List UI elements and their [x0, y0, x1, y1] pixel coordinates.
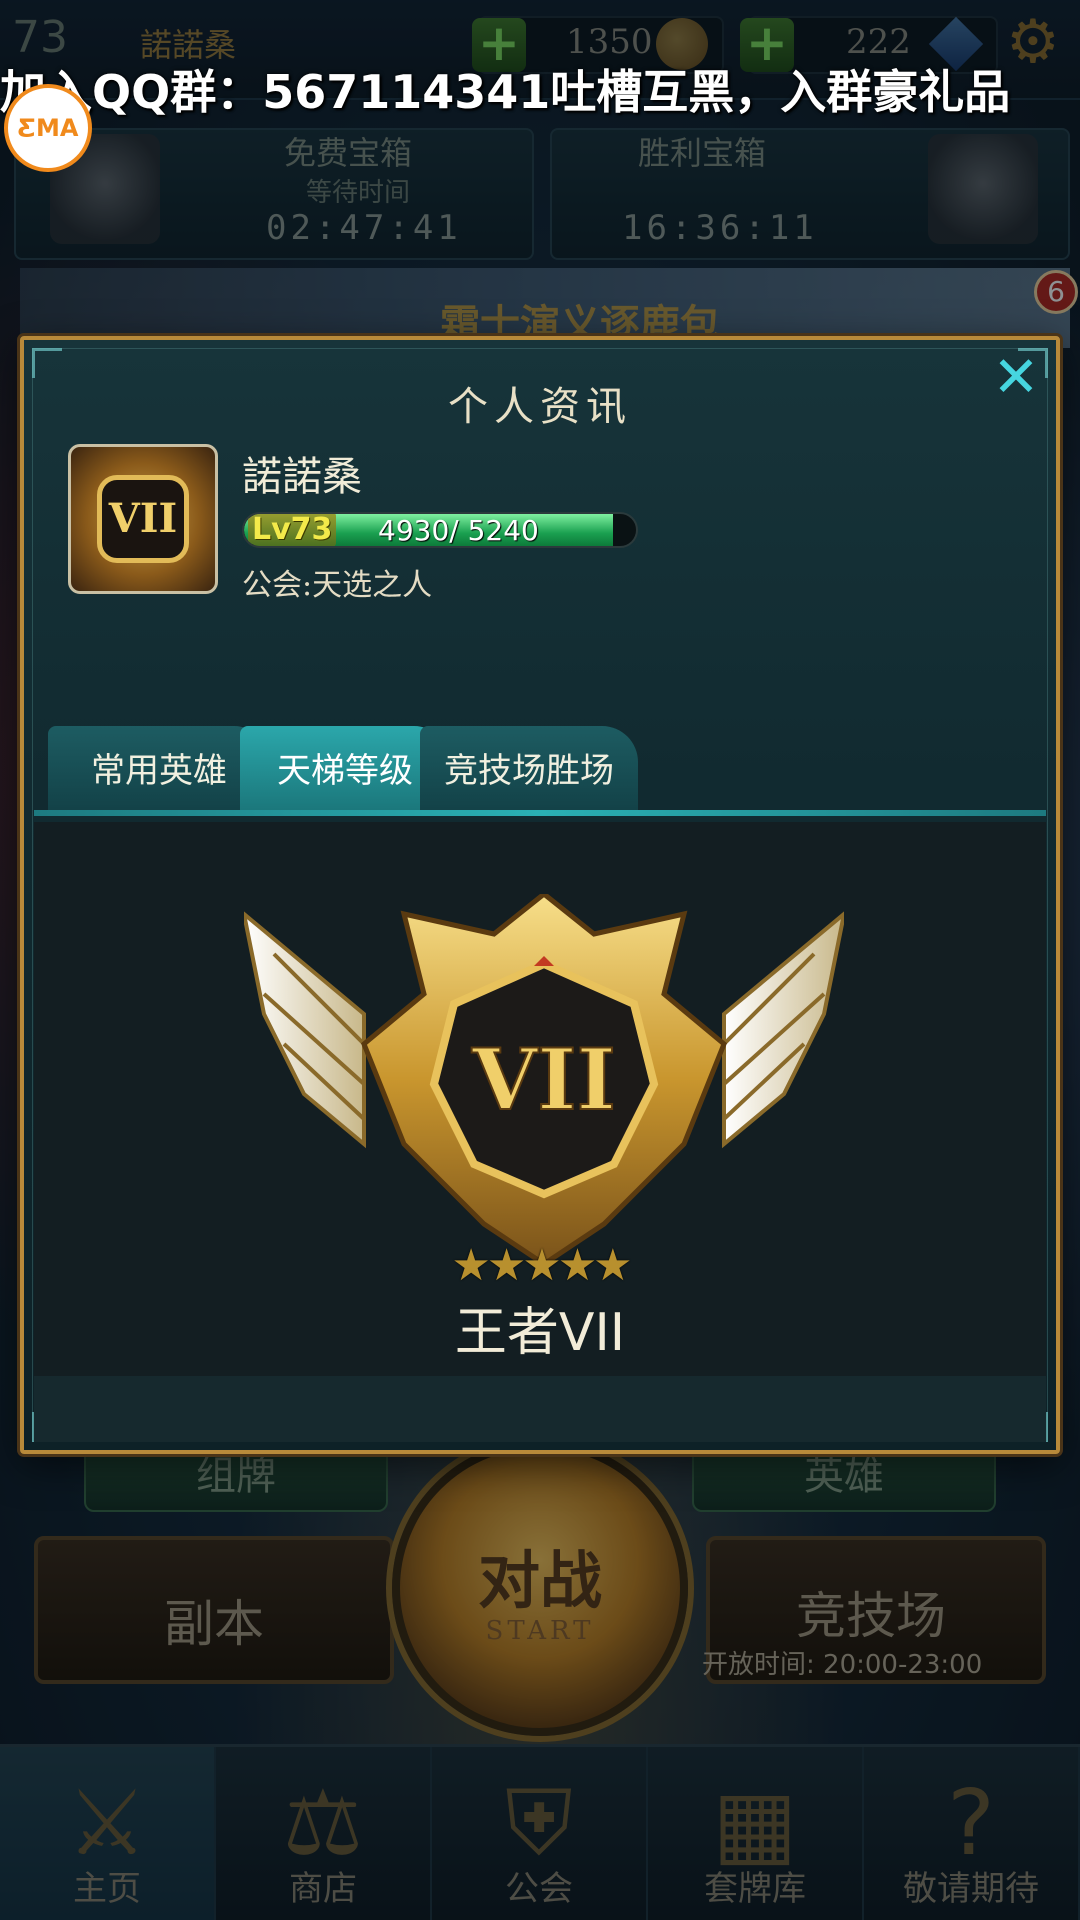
- rank-numeral: VII: [471, 1030, 616, 1129]
- avatar-rank-emblem: VII: [97, 475, 189, 563]
- watermark-text: 加入QQ群：567114341吐槽互黑，入群豪礼品: [0, 65, 1011, 119]
- star-icon: ★: [522, 1240, 562, 1291]
- star-icon: ★: [557, 1240, 598, 1291]
- exp-bar: Lv73 4930/ 5240: [242, 512, 638, 548]
- ema-logo: ƸMA: [4, 84, 92, 172]
- rank-name: 王者VII: [454, 1303, 626, 1363]
- rank-badge-emblem: VII: [244, 894, 844, 1268]
- player-level: Lv73: [248, 514, 337, 546]
- guild-label: 公会:天选之人: [242, 568, 433, 603]
- star-icon: ★: [593, 1240, 633, 1291]
- star-icon: ★: [486, 1240, 527, 1291]
- avatar[interactable]: VII: [68, 444, 218, 594]
- profile-tabs: 常用英雄 天梯等级 竞技场胜场: [34, 716, 1046, 816]
- tab-arena-wins[interactable]: 竞技场胜场: [420, 726, 638, 816]
- profile-modal: 个人资讯 ✕ VII 諾諾桑 Lv73 4930/ 5240 公会:天选之人 常…: [20, 336, 1060, 1454]
- exp-text: 4930/ 5240: [378, 514, 539, 547]
- modal-title: 个人资讯: [448, 384, 632, 430]
- tab-favorite-heroes[interactable]: 常用英雄: [48, 726, 270, 816]
- close-icon[interactable]: ✕: [986, 350, 1046, 410]
- rank-panel: VII ★★★★★ 王者VII: [34, 822, 1046, 1376]
- tab-ladder-rank[interactable]: 天梯等级: [240, 726, 450, 816]
- player-name: 諾諾桑: [242, 454, 362, 500]
- content-footer: [34, 1376, 1046, 1442]
- rank-stars: ★★★★★: [34, 1240, 1046, 1291]
- star-icon: ★: [451, 1240, 491, 1291]
